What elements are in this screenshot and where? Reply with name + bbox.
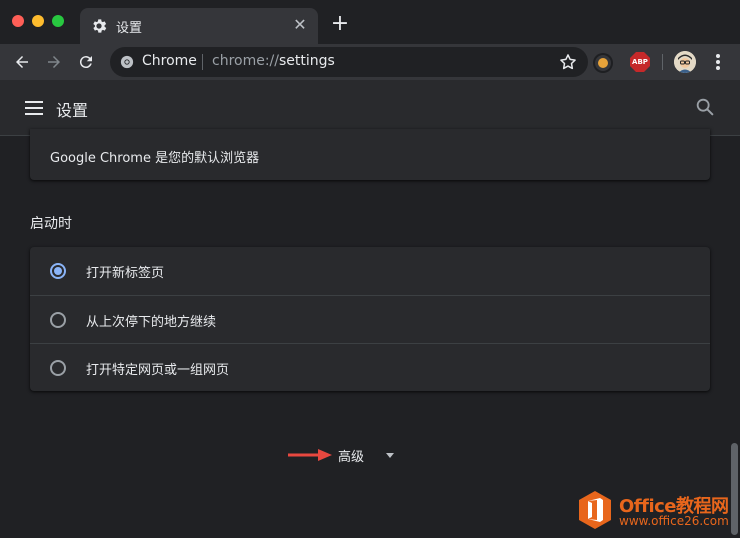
- tab-strip: 设置 ✕ +: [0, 0, 740, 44]
- radio-button[interactable]: [50, 263, 66, 279]
- tab-title: 设置: [116, 21, 143, 36]
- window-close-button[interactable]: [12, 15, 24, 27]
- startup-option-specific-pages[interactable]: 打开特定网页或一组网页: [30, 343, 710, 391]
- settings-content: Google Chrome 是您的默认浏览器 启动时 打开新标签页 从上次停下的…: [0, 129, 740, 538]
- new-tab-button[interactable]: +: [328, 12, 352, 36]
- on-startup-card: 打开新标签页 从上次停下的地方继续 打开特定网页或一组网页: [30, 247, 710, 391]
- default-browser-status: Google Chrome 是您的默认浏览器: [50, 151, 260, 166]
- page-title: 设置: [56, 101, 89, 120]
- back-icon: [16, 56, 28, 68]
- caret-down-icon: [386, 453, 394, 458]
- watermark: Office教程网 www.office26.com: [577, 490, 737, 534]
- gear-icon: [93, 19, 107, 33]
- url-host: settings: [279, 53, 335, 69]
- window-minimize-button[interactable]: [32, 15, 44, 27]
- tab-settings[interactable]: 设置 ✕: [80, 8, 318, 44]
- office-logo-icon: [579, 491, 611, 529]
- settings-header: 设置: [0, 80, 740, 136]
- toolbar-separator: [662, 54, 663, 70]
- startup-option-continue[interactable]: 从上次停下的地方继续: [30, 295, 710, 343]
- address-bar[interactable]: Chrome chrome://settings: [110, 47, 588, 77]
- section-title-on-startup: 启动时: [30, 216, 72, 232]
- default-browser-card: Google Chrome 是您的默认浏览器: [30, 129, 710, 180]
- reload-icon: [79, 56, 92, 69]
- startup-option-new-tab[interactable]: 打开新标签页: [30, 247, 710, 295]
- chrome-icon: [120, 55, 134, 69]
- toolbar: Chrome chrome://settings ABP: [0, 44, 740, 80]
- url-text: chrome://settings: [212, 53, 335, 69]
- adblock-plus-icon[interactable]: ABP: [630, 52, 650, 72]
- radio-button[interactable]: [50, 312, 66, 328]
- reload-button[interactable]: [74, 50, 98, 74]
- radio-label: 打开特定网页或一组网页: [86, 363, 230, 378]
- radio-button[interactable]: [50, 360, 66, 376]
- menu-dots-icon[interactable]: [708, 50, 728, 74]
- advanced-label: 高级: [338, 450, 365, 465]
- radio-label: 从上次停下的地方继续: [86, 315, 217, 330]
- radio-label: 打开新标签页: [86, 266, 165, 281]
- avatar-icon: [674, 51, 696, 73]
- annotation-arrow: [288, 449, 332, 461]
- search-icon[interactable]: [694, 96, 716, 118]
- avatar[interactable]: [674, 51, 696, 73]
- scrollbar[interactable]: [728, 137, 740, 538]
- omnibox-separator: [202, 54, 203, 70]
- window-maximize-button[interactable]: [52, 15, 64, 27]
- forward-button[interactable]: [42, 50, 66, 74]
- url-scheme: chrome://: [212, 53, 279, 69]
- extension-icon[interactable]: [598, 58, 608, 68]
- hamburger-icon[interactable]: [24, 98, 44, 118]
- tab-close-icon[interactable]: ✕: [290, 15, 310, 35]
- watermark-url: www.office26.com: [619, 514, 729, 528]
- back-button[interactable]: [10, 50, 34, 74]
- star-icon[interactable]: [558, 52, 578, 72]
- site-chip: Chrome: [142, 53, 197, 69]
- forward-icon: [48, 56, 60, 68]
